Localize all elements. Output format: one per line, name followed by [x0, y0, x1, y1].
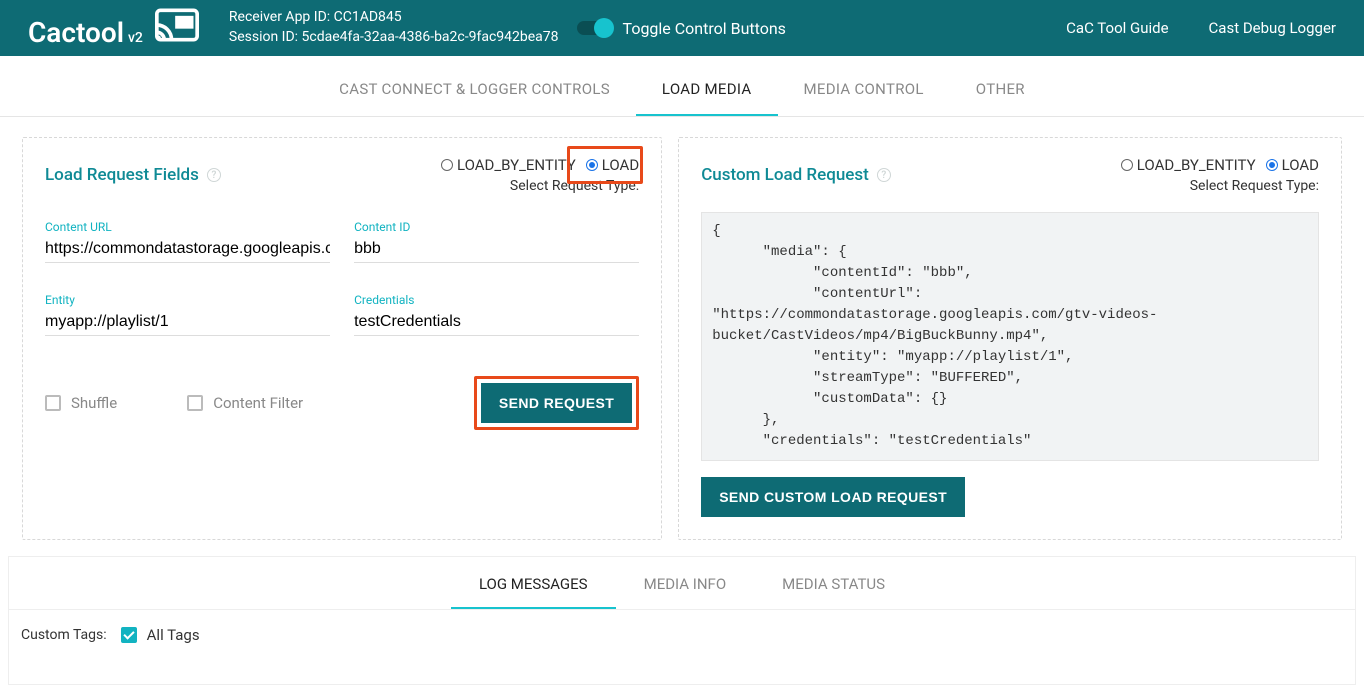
cast-icon	[155, 8, 199, 46]
credentials-input[interactable]	[354, 309, 639, 336]
panel-title-left: Load Request Fields	[45, 165, 199, 185]
all-tags-checkbox[interactable]: All Tags	[121, 626, 200, 644]
link-cast-debug-logger[interactable]: Cast Debug Logger	[1209, 19, 1336, 37]
tab-log-messages[interactable]: LOG MESSAGES	[451, 557, 616, 609]
send-request-button[interactable]: SEND REQUEST	[481, 383, 632, 423]
toggle-label: Toggle Control Buttons	[623, 19, 786, 38]
toggle-control-buttons[interactable]	[577, 21, 611, 35]
send-custom-load-request-button[interactable]: SEND CUSTOM LOAD REQUEST	[701, 477, 965, 517]
logo-subtext: v2	[128, 30, 143, 46]
logo: Cactool v2	[28, 8, 199, 49]
entity-input[interactable]	[45, 309, 330, 336]
radio-load-by-entity-right[interactable]: LOAD_BY_ENTITY	[1121, 156, 1256, 174]
tab-load-media[interactable]: LOAD MEDIA	[636, 60, 778, 116]
logo-text: Cactool	[28, 16, 124, 49]
app-header: Cactool v2 Receiver App ID: CC1AD845 Ses…	[0, 0, 1364, 56]
request-type-label-right: Select Request Type:	[1121, 178, 1319, 194]
help-icon[interactable]: ?	[207, 168, 221, 182]
tab-media-status[interactable]: MEDIA STATUS	[754, 557, 913, 609]
session-value: 5cdae4fa-32aa-4386-ba2c-9fac942bea78	[302, 29, 559, 45]
link-cac-guide[interactable]: CaC Tool Guide	[1066, 19, 1168, 37]
main-tabs: CAST CONNECT & LOGGER CONTROLS LOAD MEDI…	[0, 60, 1364, 117]
content-id-input[interactable]	[354, 236, 639, 263]
panel-title-right: Custom Load Request	[701, 165, 869, 185]
tab-media-info[interactable]: MEDIA INFO	[616, 557, 755, 609]
tab-other[interactable]: OTHER	[950, 60, 1051, 116]
radio-load-right[interactable]: LOAD	[1266, 156, 1319, 174]
credentials-label: Credentials	[354, 293, 639, 307]
tab-cast-connect[interactable]: CAST CONNECT & LOGGER CONTROLS	[313, 60, 636, 116]
content-id-label: Content ID	[354, 220, 639, 234]
content-url-label: Content URL	[45, 220, 330, 234]
session-info: Receiver App ID: CC1AD845 Session ID: 5c…	[229, 8, 559, 47]
custom-load-json-textarea[interactable]: { "media": { "contentId": "bbb", "conten…	[701, 212, 1319, 461]
receiver-label: Receiver App ID:	[229, 9, 330, 25]
custom-tags-label: Custom Tags:	[21, 627, 107, 643]
help-icon[interactable]: ?	[877, 168, 891, 182]
shuffle-checkbox[interactable]: Shuffle	[45, 394, 117, 412]
entity-label: Entity	[45, 293, 330, 307]
log-section: LOG MESSAGES MEDIA INFO MEDIA STATUS Cus…	[8, 556, 1356, 685]
radio-load-left[interactable]: LOAD	[586, 156, 639, 174]
content-filter-checkbox[interactable]: Content Filter	[187, 394, 303, 412]
request-type-label-left: Select Request Type:	[441, 178, 639, 194]
tab-media-control[interactable]: MEDIA CONTROL	[778, 60, 950, 116]
custom-load-request-panel: Custom Load Request ? LOAD_BY_ENTITY LOA…	[678, 137, 1342, 540]
load-request-fields-panel: Load Request Fields ? LOAD_BY_ENTITY LOA…	[22, 137, 662, 540]
radio-load-by-entity-left[interactable]: LOAD_BY_ENTITY	[441, 156, 576, 174]
receiver-value: CC1AD845	[334, 9, 402, 25]
highlight-send-request: SEND REQUEST	[474, 376, 639, 430]
session-label: Session ID:	[229, 29, 298, 45]
content-url-input[interactable]	[45, 236, 330, 263]
